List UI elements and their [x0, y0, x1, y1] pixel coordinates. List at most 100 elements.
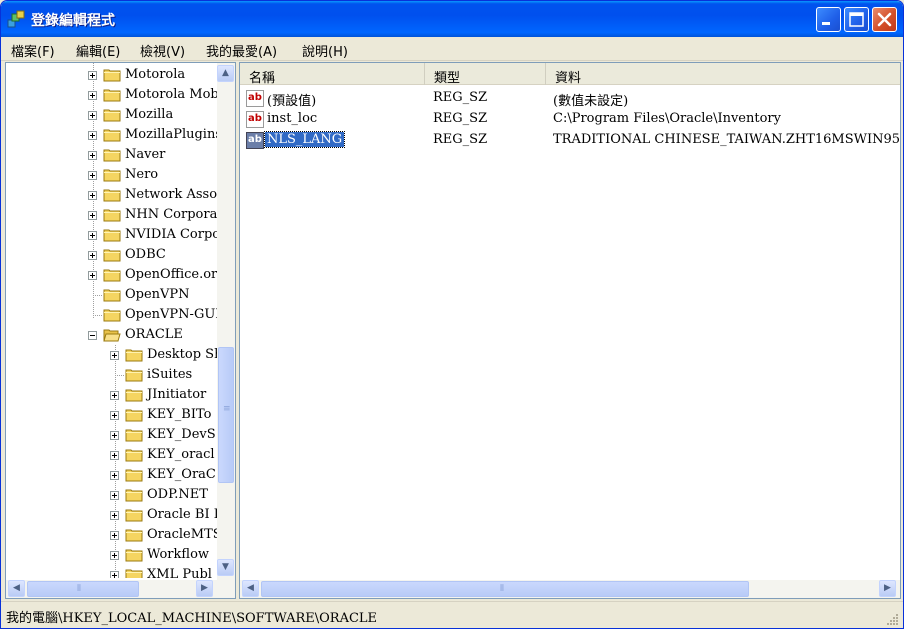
folder-icon	[103, 228, 121, 242]
expand-plus-icon[interactable]	[88, 251, 97, 260]
grip-icon: ⦀	[77, 584, 81, 594]
expand-plus-icon[interactable]	[110, 471, 119, 480]
tree-node[interactable]: ORACLE	[6, 325, 217, 345]
tree-node-label: KEY_OraC	[147, 467, 216, 482]
tree-node[interactable]: MozillaPlugins	[6, 125, 217, 145]
close-button[interactable]	[872, 7, 897, 32]
tree-node[interactable]: Naver	[6, 145, 217, 165]
menu-edit[interactable]: 編輯(E)	[76, 41, 120, 60]
tree-node[interactable]: Oracle BI I	[6, 505, 217, 525]
expand-plus-icon[interactable]	[110, 491, 119, 500]
expand-plus-icon[interactable]	[88, 191, 97, 200]
expand-plus-icon[interactable]	[110, 571, 119, 578]
resize-grip-icon[interactable]	[885, 612, 899, 626]
tree-node[interactable]: Nero	[6, 165, 217, 185]
tree-node[interactable]: Motorola Mobi	[6, 85, 217, 105]
menu-file[interactable]: 檔案(F)	[11, 41, 55, 60]
status-path: 我的電腦\HKEY_LOCAL_MACHINE\SOFTWARE\ORACLE	[6, 611, 378, 626]
values-scroll-left-button[interactable]: ◀	[242, 580, 259, 597]
folder-icon	[125, 368, 143, 382]
tree-hscroll-thumb[interactable]: ⦀	[27, 581, 139, 597]
values-hscroll-thumb[interactable]: ⦀	[261, 581, 749, 597]
tree-scroll-right-button[interactable]: ▶	[196, 580, 213, 597]
menu-view[interactable]: 檢視(V)	[140, 41, 185, 60]
registry-tree-pane[interactable]: Motorola Motorola Mobi Mozilla MozillaPlugi…	[5, 62, 236, 599]
registry-values-pane[interactable]: 名稱 類型 資料 ab (預設值) REG_SZ (數值未設定) ab inst…	[239, 62, 901, 599]
tree-horizontal-scrollbar[interactable]: ◀ ⦀ ▶	[6, 580, 235, 598]
column-header-type[interactable]: 類型	[425, 63, 546, 86]
expand-plus-icon[interactable]	[110, 551, 119, 560]
collapse-minus-icon[interactable]	[88, 331, 97, 340]
expand-plus-icon[interactable]	[88, 211, 97, 220]
value-row[interactable]: ab (預設值) REG_SZ (數值未設定)	[240, 88, 900, 109]
regedit-app-icon	[7, 10, 25, 28]
window-title: 登錄編輯程式	[31, 13, 115, 29]
value-name: (預設值)	[267, 94, 317, 109]
folder-icon	[103, 148, 121, 162]
expand-plus-icon[interactable]	[88, 151, 97, 160]
tree-node-label: Oracle BI I	[147, 507, 217, 522]
expand-plus-icon[interactable]	[110, 451, 119, 460]
value-row[interactable]: ab inst_loc REG_SZ C:\Program Files\Orac…	[240, 109, 900, 130]
expand-plus-icon[interactable]	[88, 71, 97, 80]
expand-plus-icon[interactable]	[88, 91, 97, 100]
tree-node[interactable]: ODBC	[6, 245, 217, 265]
expand-plus-icon[interactable]	[88, 231, 97, 240]
tree-vertical-scrollbar[interactable]: ▲ ≡ ▼	[217, 63, 235, 580]
minimize-button[interactable]	[816, 7, 841, 32]
expand-plus-icon[interactable]	[110, 431, 119, 440]
expand-plus-icon[interactable]	[88, 131, 97, 140]
tree-scroll-down-button[interactable]: ▼	[217, 559, 234, 576]
tree-node[interactable]: ODP.NET	[6, 485, 217, 505]
tree-node-label: Motorola	[125, 67, 186, 82]
tree-node[interactable]: KEY_DevS	[6, 425, 217, 445]
expand-plus-icon[interactable]	[88, 111, 97, 120]
value-row-selected[interactable]: ab NLS_LANG REG_SZ TRADITIONAL CHINESE_T…	[240, 130, 900, 151]
tree-node[interactable]: OpenVPN	[6, 285, 217, 305]
column-header-name[interactable]: 名稱	[240, 63, 425, 86]
regedit-window: 登錄編輯程式 檔案(F) 編輯(E) 檢視(V) 我的最愛(A) 說明(H) M…	[0, 0, 904, 629]
values-scroll-right-button[interactable]: ▶	[879, 580, 896, 597]
title-bar[interactable]: 登錄編輯程式	[1, 1, 903, 37]
tree-node[interactable]: NHN Corporati	[6, 205, 217, 225]
tree-scroll-thumb[interactable]: ≡	[218, 347, 234, 483]
menu-help[interactable]: 說明(H)	[302, 41, 348, 60]
tree-node[interactable]: JInitiator	[6, 385, 217, 405]
folder-icon	[125, 488, 143, 502]
maximize-button[interactable]	[844, 7, 869, 32]
folder-icon	[125, 448, 143, 462]
tree-node[interactable]: OpenVPN-GUI	[6, 305, 217, 325]
tree-node-label: Mozilla	[125, 107, 174, 122]
expand-plus-icon[interactable]	[110, 351, 119, 360]
tree-node[interactable]: XML Publ	[6, 565, 217, 578]
tree-node[interactable]: KEY_oracl	[6, 445, 217, 465]
value-data: TRADITIONAL CHINESE_TAIWAN.ZHT16MSWIN950	[553, 132, 901, 147]
expand-plus-icon[interactable]	[88, 171, 97, 180]
tree-node[interactable]: Motorola	[6, 65, 217, 85]
tree-node[interactable]: OracleMTS	[6, 525, 217, 545]
menu-favorites[interactable]: 我的最愛(A)	[206, 41, 277, 60]
expand-plus-icon[interactable]	[110, 511, 119, 520]
tree-node[interactable]: KEY_OraC	[6, 465, 217, 485]
tree-node[interactable]: KEY_BITo	[6, 405, 217, 425]
folder-icon	[125, 348, 143, 362]
registry-tree[interactable]: Motorola Motorola Mobi Mozilla MozillaPlugi…	[6, 63, 217, 578]
column-header-data[interactable]: 資料	[546, 63, 900, 86]
tree-node[interactable]: Workflow	[6, 545, 217, 565]
expand-plus-icon[interactable]	[88, 271, 97, 280]
tree-node[interactable]: Desktop Sh	[6, 345, 217, 365]
tree-node[interactable]: OpenOffice.org	[6, 265, 217, 285]
expand-plus-icon[interactable]	[110, 411, 119, 420]
tree-node[interactable]: iSuites	[6, 365, 217, 385]
folder-icon	[103, 308, 121, 322]
expand-plus-icon[interactable]	[110, 531, 119, 540]
tree-scroll-up-button[interactable]: ▲	[217, 65, 234, 82]
tree-scroll-left-button[interactable]: ◀	[8, 580, 25, 597]
tree-node-label: Naver	[125, 147, 166, 162]
tree-node[interactable]: Mozilla	[6, 105, 217, 125]
tree-guide	[93, 295, 102, 296]
tree-node[interactable]: Network Assoc	[6, 185, 217, 205]
tree-node[interactable]: NVIDIA Corpo	[6, 225, 217, 245]
values-horizontal-scrollbar[interactable]: ◀ ⦀ ▶	[240, 580, 900, 598]
expand-plus-icon[interactable]	[110, 391, 119, 400]
